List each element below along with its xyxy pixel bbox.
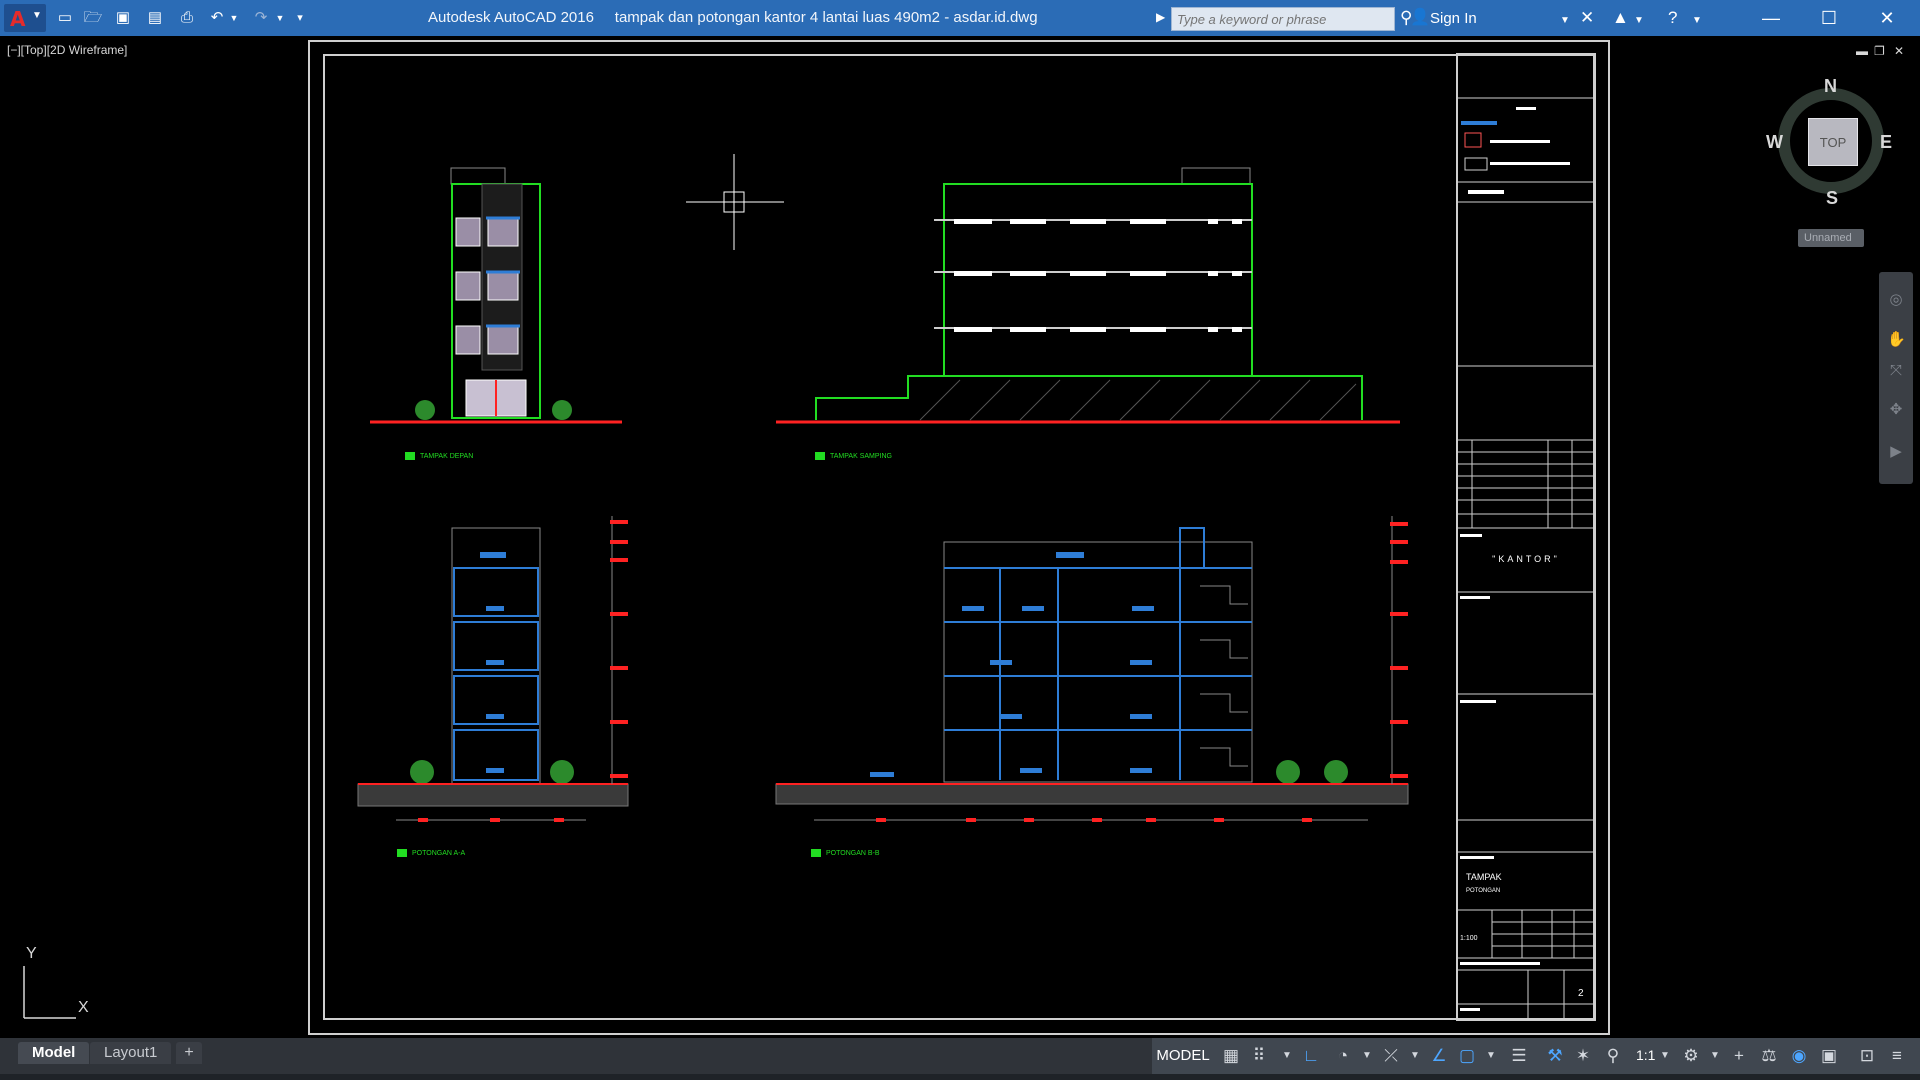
workspace-dropdown-icon[interactable]: ▼	[1704, 1044, 1726, 1068]
lineweight-icon[interactable]: ☰	[1508, 1044, 1530, 1068]
annotation-visibility-icon[interactable]: ⚒	[1544, 1044, 1566, 1068]
steering-wheel-icon[interactable]: ◎	[1887, 290, 1905, 308]
front-label-marker	[405, 452, 415, 460]
front-elevation: TAMPAK DEPAN	[370, 167, 622, 460]
annotation-scale[interactable]: 1:1	[1636, 1047, 1655, 1063]
ucs-x-label: X	[78, 999, 89, 1016]
zoom-extents-icon[interactable]: ⤧	[1887, 362, 1905, 380]
sheet-number: 2	[1578, 988, 1584, 999]
object-snap-tracking-icon[interactable]: ∠	[1428, 1044, 1450, 1068]
annotation-scale-icon[interactable]: ⚲	[1602, 1044, 1624, 1068]
clean-screen-icon[interactable]: ⊡	[1856, 1044, 1878, 1068]
drawing-scale: 1:100	[1460, 935, 1478, 942]
workspace-gear-icon[interactable]: ⚙	[1680, 1044, 1702, 1068]
section-aa-label: POTONGAN A-A	[412, 850, 465, 857]
section-bb-label: POTONGAN B-B	[826, 850, 880, 857]
side-elevation: TAMPAK SAMPING	[776, 167, 1400, 460]
section-aa: POTONGAN A-A	[357, 516, 629, 857]
compass-west[interactable]: W	[1766, 132, 1783, 153]
tab-layout1[interactable]: Layout1	[90, 1042, 172, 1064]
navigation-bar: ◎ ✋ ⤧ ✥ ▶	[1879, 272, 1913, 484]
section-bb-label-marker	[811, 849, 821, 857]
grid-icon[interactable]: ▦	[1220, 1044, 1242, 1068]
side-label: TAMPAK SAMPING	[830, 453, 892, 460]
viewcube-top-face[interactable]: TOP	[1808, 118, 1858, 166]
object-snap-icon[interactable]: ▢	[1456, 1044, 1478, 1068]
auto-scale-icon[interactable]: ✶	[1572, 1044, 1594, 1068]
isodraft-dropdown-icon[interactable]: ▼	[1404, 1044, 1426, 1068]
side-label-marker	[815, 452, 825, 460]
scale-dropdown-icon[interactable]: ▼	[1654, 1044, 1676, 1068]
annotation-monitor-icon[interactable]: +	[1728, 1044, 1750, 1068]
customization-menu-icon[interactable]: ≡	[1886, 1044, 1908, 1068]
viewcube[interactable]: TOP N S E W	[1766, 76, 1896, 209]
polar-tracking-icon[interactable]: ◔	[1332, 1044, 1354, 1068]
front-label: TAMPAK DEPAN	[420, 453, 473, 460]
snap-icon[interactable]: ⠿	[1248, 1044, 1270, 1068]
compass-south[interactable]: S	[1826, 188, 1838, 209]
compass-north[interactable]: N	[1824, 76, 1837, 97]
model-space-button[interactable]: MODEL	[1154, 1044, 1212, 1068]
isodraft-icon[interactable]: ⤫	[1380, 1044, 1402, 1068]
orbit-icon[interactable]: ✥	[1887, 400, 1905, 418]
ortho-icon[interactable]: ∟	[1300, 1044, 1322, 1068]
sheet-title-1: TAMPAK	[1466, 872, 1502, 882]
compass-east[interactable]: E	[1880, 132, 1892, 153]
wcs-menu[interactable]: Unnamed	[1798, 229, 1864, 247]
snap-dropdown-icon[interactable]: ▼	[1276, 1044, 1298, 1068]
bottom-strip	[0, 1074, 1920, 1080]
hardware-acceleration-icon[interactable]: ▣	[1818, 1044, 1840, 1068]
showmotion-icon[interactable]: ▶	[1887, 442, 1905, 460]
tab-model[interactable]: Model	[18, 1042, 90, 1064]
units-icon[interactable]: ⚖	[1758, 1044, 1780, 1068]
add-layout-button[interactable]: +	[176, 1042, 202, 1064]
polar-dropdown-icon[interactable]: ▼	[1356, 1044, 1378, 1068]
object-snap-dropdown-icon[interactable]: ▼	[1480, 1044, 1502, 1068]
quick-properties-icon[interactable]: ◉	[1788, 1044, 1810, 1068]
pan-icon[interactable]: ✋	[1887, 330, 1906, 348]
cad-drawing: TAMPAK DEPAN TAMPAK SAMPING POTONGAN A-A…	[23, 53, 1596, 1021]
ucs-icon	[23, 966, 76, 1019]
sheet-title-2: POTONGAN	[1466, 888, 1500, 894]
crosshair-cursor	[686, 154, 784, 250]
section-aa-label-marker	[397, 849, 407, 857]
section-bb: POTONGAN B-B	[775, 516, 1409, 857]
project-name: "KANTOR"	[1492, 554, 1560, 564]
ucs-y-label: Y	[26, 945, 37, 962]
